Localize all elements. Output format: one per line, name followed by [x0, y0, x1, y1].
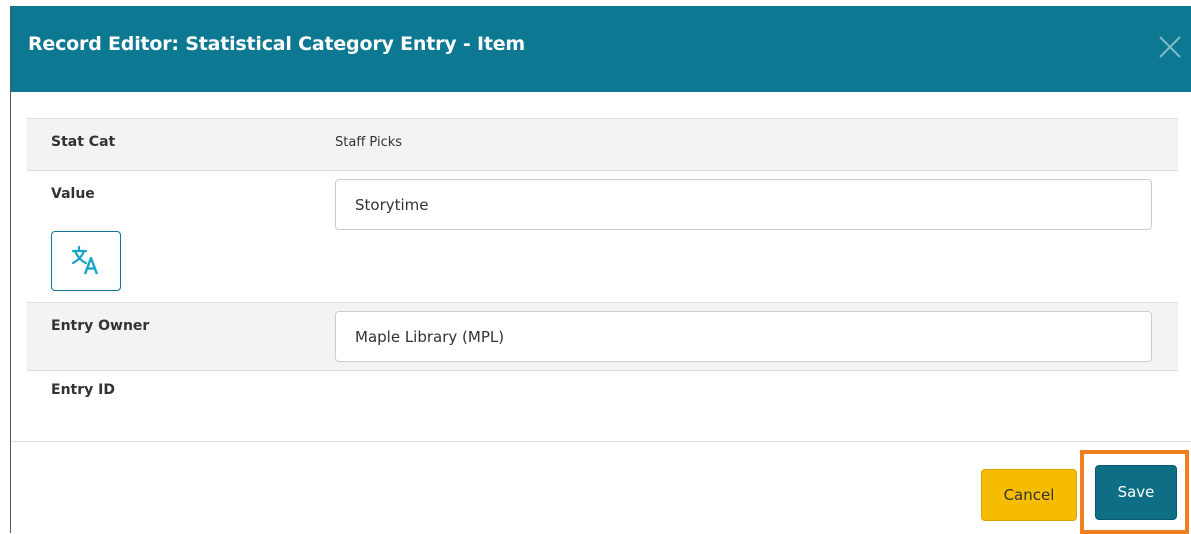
stat-cat-value: Staff Picks	[335, 135, 403, 150]
record-editor-dialog: Record Editor: Statistical Category Entr…	[10, 6, 1191, 534]
translate-icon	[71, 245, 99, 275]
entry-owner-label: Entry Owner	[51, 318, 150, 334]
row-stat-cat: Stat Cat Staff Picks	[27, 118, 1178, 170]
dialog-footer: Cancel Save	[11, 441, 1191, 534]
row-value: Value	[27, 170, 1178, 302]
stat-cat-label: Stat Cat	[51, 134, 116, 150]
entry-id-label: Entry ID	[51, 382, 115, 398]
value-input[interactable]	[335, 179, 1152, 230]
row-entry-id: Entry ID	[27, 370, 1178, 426]
save-button[interactable]: Save	[1095, 465, 1177, 520]
row-entry-owner: Entry Owner	[27, 302, 1178, 370]
cancel-button[interactable]: Cancel	[981, 469, 1077, 521]
dialog-body: Stat Cat Staff Picks Value Storytime Ent…	[11, 92, 1191, 441]
dialog-title: Record Editor: Statistical Category Entr…	[28, 33, 525, 55]
translate-button[interactable]	[51, 231, 121, 291]
close-icon	[1159, 36, 1181, 58]
dialog-header: Record Editor: Statistical Category Entr…	[11, 6, 1191, 92]
value-label: Value	[51, 186, 95, 202]
close-button[interactable]	[1156, 33, 1184, 61]
entry-owner-select[interactable]	[335, 311, 1152, 362]
